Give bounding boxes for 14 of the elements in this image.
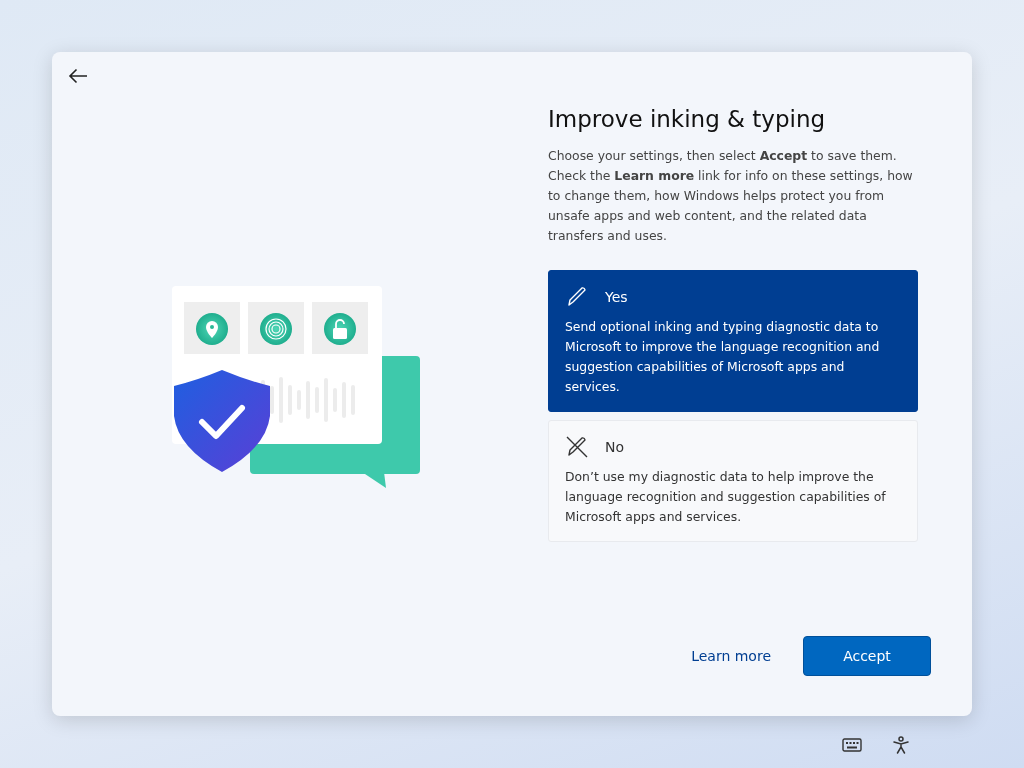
back-arrow-icon[interactable] (68, 68, 88, 84)
crossed-pen-icon (565, 435, 589, 459)
learn-more-link[interactable]: Learn more (691, 648, 771, 664)
option-card[interactable]: No Don’t use my diagnostic data to help improve the language recognition and suggestion capabilities of Microsoft apps and services. (548, 420, 918, 542)
page-title: Improve inking & typing (548, 106, 827, 132)
description-text: Choose your settings, then select Accept to save them. Check the Learn more link for info on these settings, how to change them, how Windows helps protect you from unsafe apps and web content, and the related data transfers and uses. (548, 147, 914, 245)
keyboard-icon[interactable] (842, 738, 862, 752)
option-card[interactable]: Yes Send optional inking and typing diagnostic data to Microsoft to improve the language recognition and suggestion capabilities of Microsoft apps and services. (548, 270, 918, 412)
option-description: Send optional inking and typing diagnostic data to Microsoft to improve the language recognition and suggestion capabilities of Microsoft apps and services. (565, 318, 881, 396)
option-label: Yes (605, 289, 628, 305)
accessibility-icon[interactable] (892, 736, 910, 754)
accept-button[interactable]: Accept (803, 636, 931, 676)
option-label: No (605, 439, 625, 455)
option-description: Don’t use my diagnostic data to help improve the language recognition and suggestion capabilities of Microsoft apps and services. (565, 468, 887, 526)
